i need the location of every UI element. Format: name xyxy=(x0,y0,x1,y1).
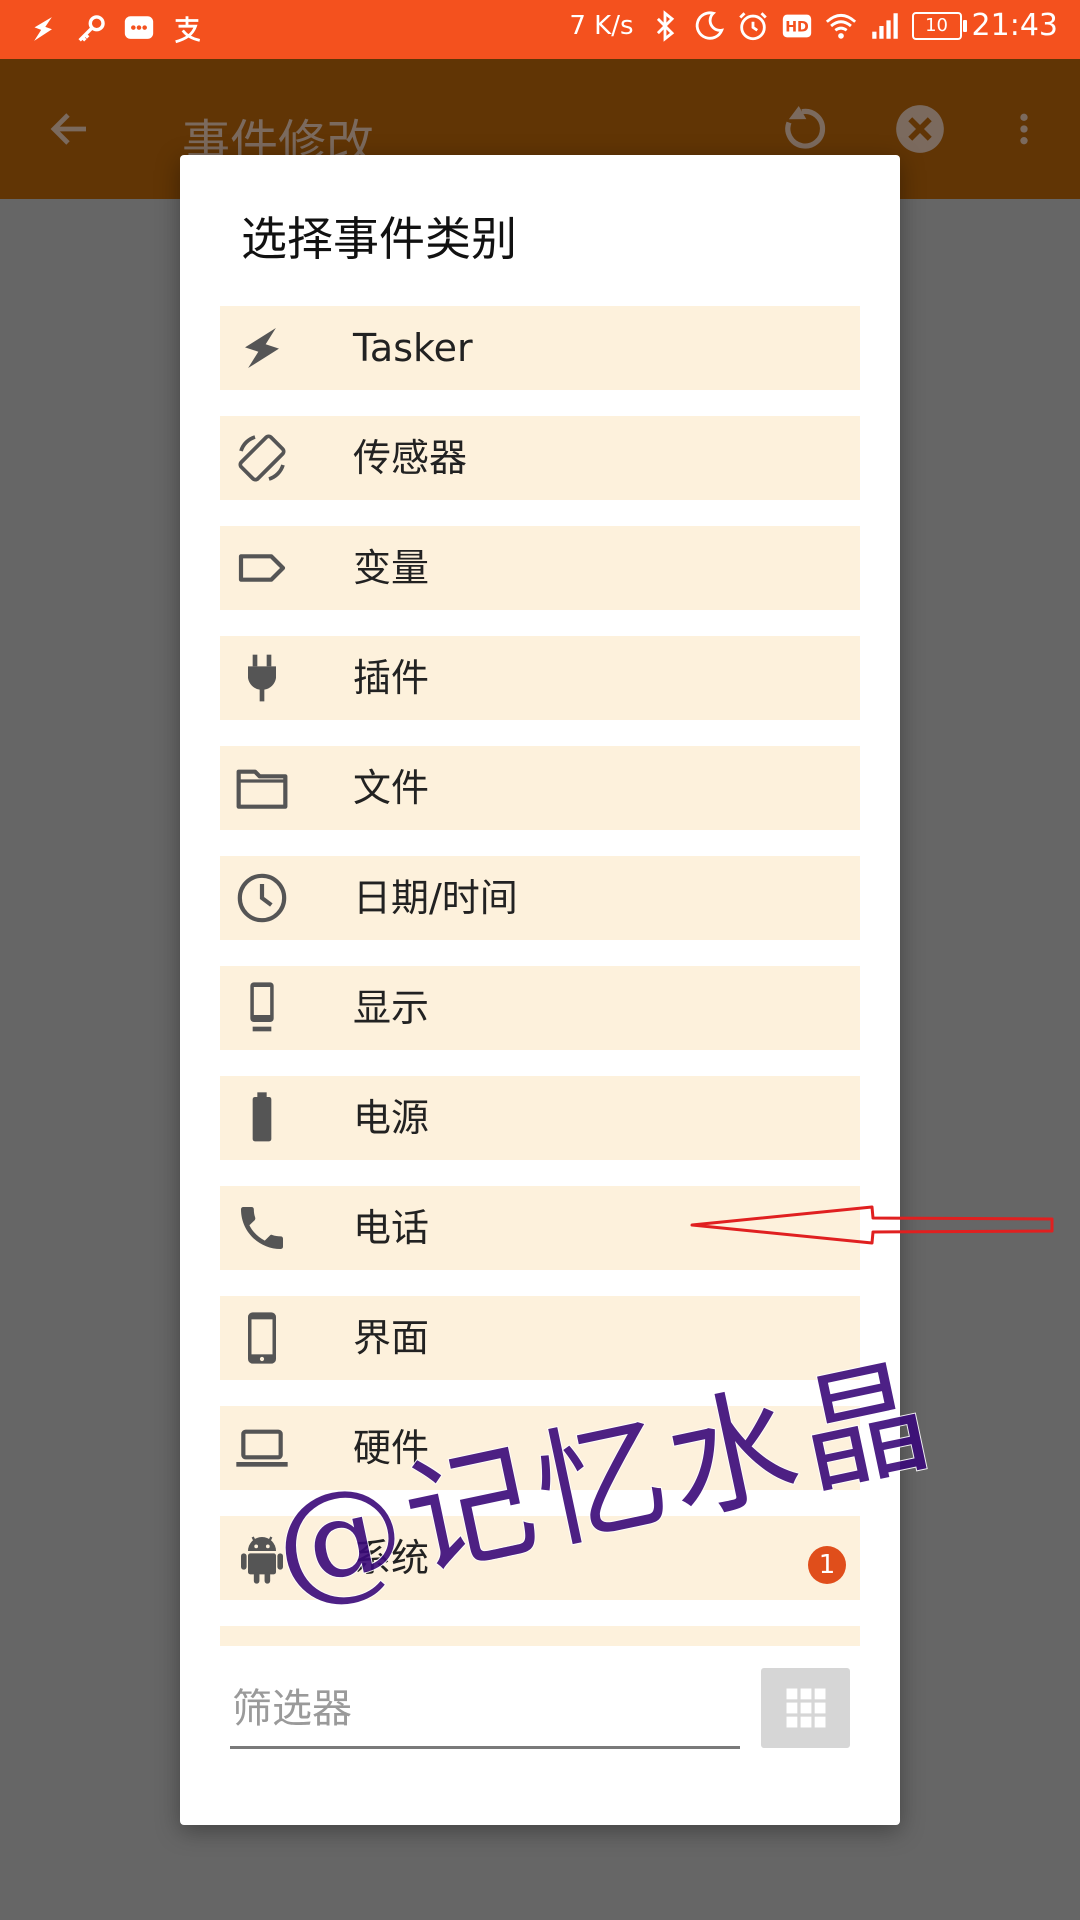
category-label: 界面 xyxy=(353,1316,430,1360)
category-label: 电话 xyxy=(353,1206,430,1250)
bolt-icon xyxy=(234,320,290,376)
category-item-file[interactable]: 文件 xyxy=(220,746,860,830)
key-icon xyxy=(78,15,105,42)
red-arrow-annotation xyxy=(690,1205,1054,1245)
clock-text: 21:43 xyxy=(971,8,1058,43)
category-label: 日期/时间 xyxy=(353,876,518,920)
category-label: 文件 xyxy=(353,766,430,810)
category-item-sensor[interactable]: 传感器 xyxy=(220,416,860,500)
category-label: 插件 xyxy=(353,656,430,700)
screen-rotation-icon xyxy=(234,430,290,486)
alarm-icon xyxy=(738,11,767,40)
grid-view-icon xyxy=(786,1688,825,1728)
plug-icon xyxy=(234,650,290,706)
category-item-partial[interactable] xyxy=(220,1626,860,1646)
filter-area xyxy=(230,1665,740,1753)
category-label: 变量 xyxy=(353,546,430,590)
notification-badge: 1 xyxy=(808,1546,846,1584)
battery-level-text: 10 xyxy=(925,14,948,36)
category-item-plugin[interactable]: 插件 xyxy=(220,636,860,720)
refresh-icon[interactable] xyxy=(776,103,828,155)
back-arrow-icon[interactable] xyxy=(46,105,94,153)
clock-icon xyxy=(234,870,290,926)
battery-icon xyxy=(234,1090,290,1146)
smartphone-icon xyxy=(234,1310,290,1366)
phone-icon xyxy=(234,1200,290,1256)
chat-bubble-icon xyxy=(124,16,154,39)
moon-icon xyxy=(695,10,724,40)
category-item-display[interactable]: 显示 xyxy=(220,966,860,1050)
net-speed-text: 7 K/s xyxy=(569,10,634,41)
tasker-bolt-icon xyxy=(34,17,52,41)
filter-input[interactable] xyxy=(230,1665,740,1749)
category-item-date-time[interactable]: 日期/时间 xyxy=(220,856,860,940)
alipay-icon xyxy=(175,16,201,44)
svg-text:HD: HD xyxy=(785,19,809,35)
grid-view-button[interactable] xyxy=(761,1668,850,1748)
signal-icon xyxy=(871,12,898,39)
dock-phone-icon xyxy=(234,980,290,1036)
hd-icon: HD xyxy=(782,14,811,37)
status-bar: 7 K/s HD 10 21:43 xyxy=(0,0,1080,59)
battery-icon: 10 xyxy=(911,11,967,40)
tag-icon xyxy=(234,540,290,596)
category-label: 显示 xyxy=(353,986,430,1030)
status-left-icons xyxy=(26,12,204,46)
more-vert-icon[interactable] xyxy=(1004,103,1044,155)
folder-icon xyxy=(234,760,290,816)
category-label: 电源 xyxy=(353,1096,430,1140)
wifi-icon xyxy=(825,13,856,39)
dialog-title: 选择事件类别 xyxy=(241,212,517,266)
status-right-icons: 7 K/s HD 10 21:43 xyxy=(569,8,1058,43)
category-label: 传感器 xyxy=(353,436,468,480)
category-item-tasker[interactable]: Tasker xyxy=(220,306,860,390)
category-item-variable[interactable]: 变量 xyxy=(220,526,860,610)
cancel-icon[interactable] xyxy=(894,103,946,155)
category-label: Tasker xyxy=(353,326,473,370)
category-item-power[interactable]: 电源 xyxy=(220,1076,860,1160)
bluetooth-icon xyxy=(656,9,674,42)
